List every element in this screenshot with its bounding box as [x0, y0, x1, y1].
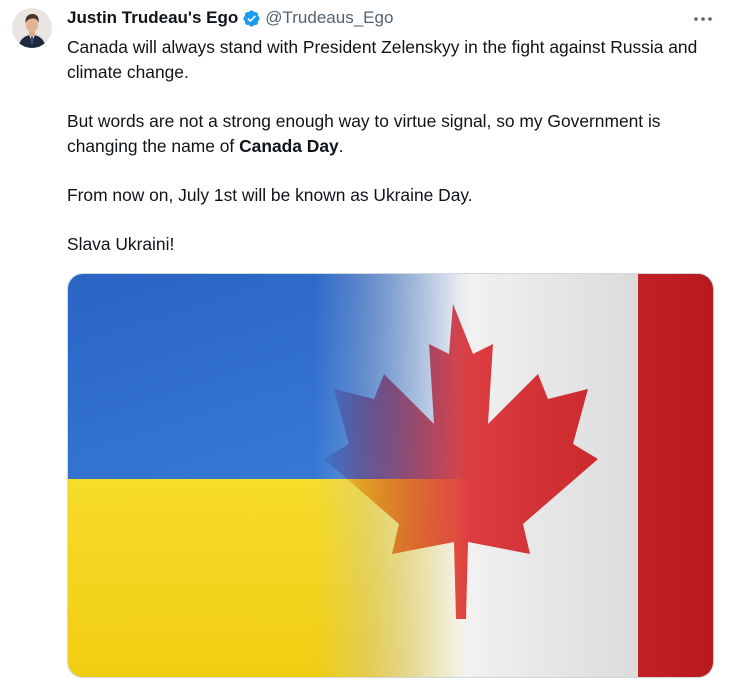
tweet-text: Canada will always stand with President …	[67, 35, 717, 257]
more-options-button[interactable]	[690, 6, 716, 32]
avatar[interactable]	[12, 8, 52, 48]
tweet-paragraph-4: Slava Ukraini!	[67, 234, 175, 254]
tweet-paragraph-3: From now on, July 1st will be known as U…	[67, 185, 473, 205]
tweet-paragraph-1: Canada will always stand with President …	[67, 37, 698, 82]
more-horizontal-icon	[694, 17, 712, 21]
tweet-paragraph-2-bold: Canada Day	[239, 136, 339, 156]
tweet: Justin Trudeau's Ego @Trudeaus_Ego Canad…	[0, 0, 734, 690]
tweet-paragraph-2-start: But words are not a strong enough way to…	[67, 111, 661, 156]
tweet-media-image[interactable]	[67, 273, 714, 678]
tweet-paragraph-2: But words are not a strong enough way to…	[67, 109, 717, 159]
tweet-paragraph-2-end: .	[338, 136, 344, 156]
user-handle[interactable]: @Trudeaus_Ego	[265, 8, 393, 28]
display-name[interactable]: Justin Trudeau's Ego	[67, 8, 238, 28]
person-avatar-icon	[12, 8, 52, 48]
ukraine-canada-flag-image	[68, 274, 713, 677]
verified-badge-icon[interactable]	[242, 9, 261, 28]
tweet-header: Justin Trudeau's Ego @Trudeaus_Ego	[67, 5, 687, 31]
